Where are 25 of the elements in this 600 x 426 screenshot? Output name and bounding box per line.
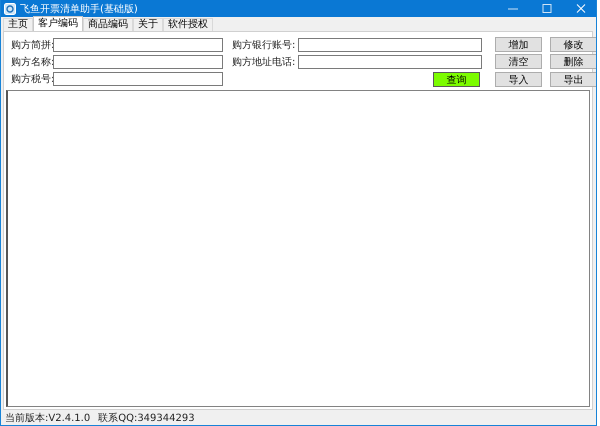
window-title: 飞鱼开票清单助手(基础版): [20, 2, 138, 16]
tab[interactable]: 客户编码: [33, 16, 83, 31]
field-label: 购方银行账号:: [232, 38, 296, 52]
action-button[interactable]: 导入: [495, 72, 542, 87]
field-label: 购方名称:: [11, 56, 53, 69]
field-label: 购方税号:: [11, 72, 53, 86]
input-field[interactable]: [53, 55, 223, 69]
action-button[interactable]: 清空: [495, 54, 542, 70]
input-field[interactable]: [53, 72, 223, 86]
contact-text: 联系QQ:349344293: [98, 412, 195, 424]
tab[interactable]: 关于: [133, 18, 163, 31]
action-button[interactable]: 删除: [550, 54, 596, 70]
field-label: 购方简拼:: [11, 38, 53, 52]
input-field[interactable]: [53, 38, 223, 52]
input-field[interactable]: [298, 38, 482, 52]
input-field[interactable]: [298, 55, 482, 69]
tab[interactable]: 商品编码: [83, 18, 133, 31]
action-button[interactable]: 修改: [550, 37, 596, 52]
query-button[interactable]: 查询: [433, 72, 480, 86]
tab[interactable]: 主页: [3, 18, 33, 31]
action-button[interactable]: 增加: [495, 37, 542, 52]
version-text: 当前版本:V2.4.1.0: [5, 412, 90, 424]
action-button[interactable]: 导出: [550, 72, 596, 87]
field-label: 购方地址电话:: [232, 56, 296, 69]
tab[interactable]: 软件授权: [163, 18, 213, 31]
